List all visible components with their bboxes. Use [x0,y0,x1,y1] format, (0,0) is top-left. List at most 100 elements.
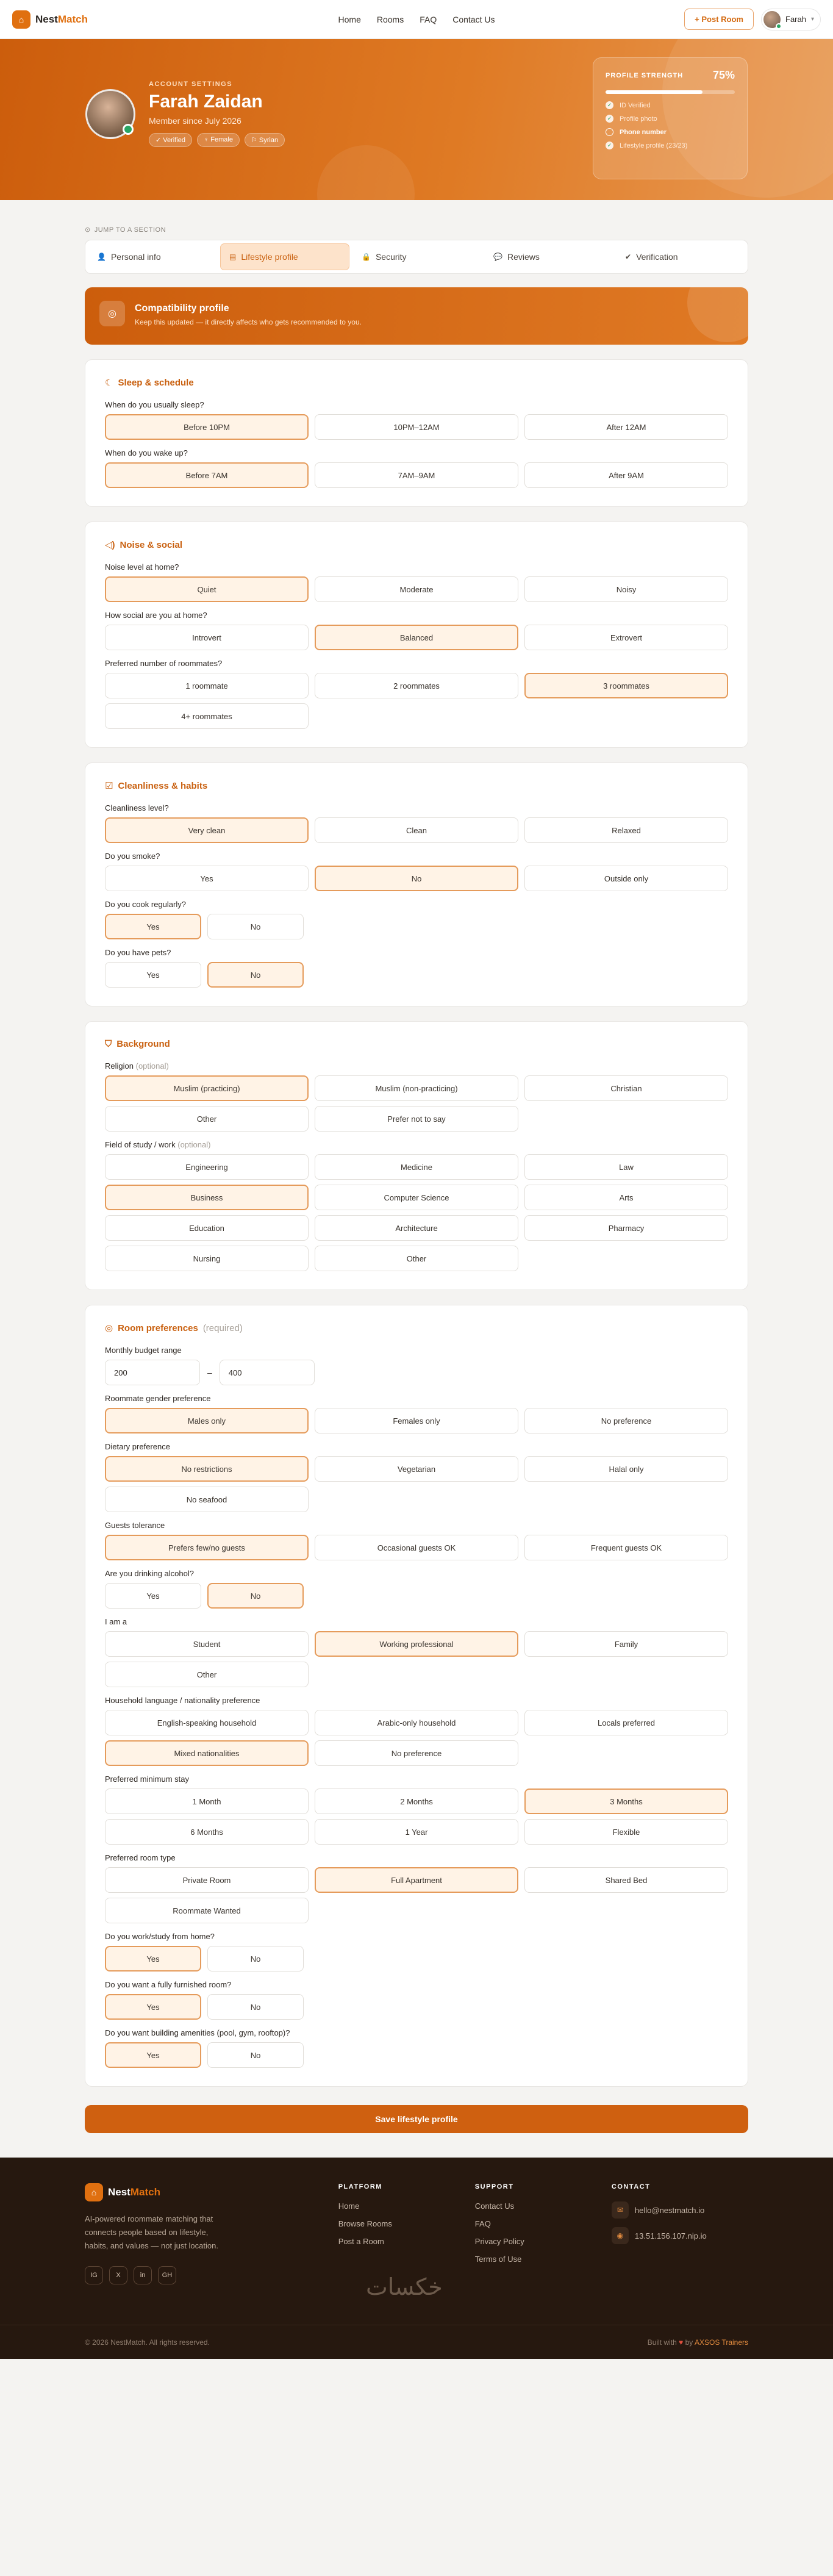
option-education[interactable]: Education [105,1215,309,1241]
footer-link-privacy-policy[interactable]: Privacy Policy [475,2237,612,2246]
option-student[interactable]: Student [105,1631,309,1657]
option-yes[interactable]: Yes [105,2042,201,2068]
option-computer-science[interactable]: Computer Science [315,1185,518,1210]
option-7am-9am[interactable]: 7AM–9AM [315,462,518,488]
budget-min-input[interactable]: 200 [105,1360,200,1385]
option-no[interactable]: No [207,2042,304,2068]
profile-avatar[interactable] [85,88,135,139]
option-medicine[interactable]: Medicine [315,1154,518,1180]
site-link[interactable]: ◉ 13.51.156.107.nip.io [611,2227,748,2244]
x-icon[interactable]: X [109,2266,127,2284]
option-yes[interactable]: Yes [105,1946,201,1971]
option-other[interactable]: Other [105,1662,309,1687]
option-yes[interactable]: Yes [105,1583,201,1609]
option-no[interactable]: No [207,962,304,988]
brand-logo[interactable]: ⌂ NestMatch [12,10,88,29]
option-locals-preferred[interactable]: Locals preferred [524,1710,728,1735]
footer-link-post-a-room[interactable]: Post a Room [338,2237,475,2246]
option-occasional-guests-ok[interactable]: Occasional guests OK [315,1535,518,1560]
option-engineering[interactable]: Engineering [105,1154,309,1180]
nav-link-contact-us[interactable]: Contact Us [452,15,495,24]
option-muslim-non-practicing-[interactable]: Muslim (non-practicing) [315,1075,518,1101]
footer-logo[interactable]: ⌂ NestMatch [85,2183,338,2201]
footer-link-browse-rooms[interactable]: Browse Rooms [338,2219,475,2228]
option-flexible[interactable]: Flexible [524,1819,728,1845]
option-yes[interactable]: Yes [105,962,201,988]
option-no[interactable]: No [207,1994,304,2020]
save-lifestyle-button[interactable]: Save lifestyle profile [85,2105,748,2133]
option-very-clean[interactable]: Very clean [105,817,309,843]
option-no[interactable]: No [207,914,304,939]
tab-verification[interactable]: ✔ Verification [617,243,745,270]
option-4-roommates[interactable]: 4+ roommates [105,703,309,729]
option-frequent-guests-ok[interactable]: Frequent guests OK [524,1535,728,1560]
nav-link-home[interactable]: Home [338,15,361,24]
option-after-12am[interactable]: After 12AM [524,414,728,440]
footer-link-terms-of-use[interactable]: Terms of Use [475,2255,612,2264]
option-introvert[interactable]: Introvert [105,625,309,650]
option-before-10pm[interactable]: Before 10PM [105,414,309,440]
option-private-room[interactable]: Private Room [105,1867,309,1893]
option-yes[interactable]: Yes [105,866,309,891]
option-females-only[interactable]: Females only [315,1408,518,1433]
email-link[interactable]: ✉ hello@nestmatch.io [611,2201,748,2219]
option-family[interactable]: Family [524,1631,728,1657]
option-nursing[interactable]: Nursing [105,1246,309,1271]
option-architecture[interactable]: Architecture [315,1215,518,1241]
option-yes[interactable]: Yes [105,1994,201,2020]
option-prefers-few-no-guests[interactable]: Prefers few/no guests [105,1535,309,1560]
option-business[interactable]: Business [105,1185,309,1210]
option-1-month[interactable]: 1 Month [105,1788,309,1814]
option-noisy[interactable]: Noisy [524,576,728,602]
option-full-apartment[interactable]: Full Apartment [315,1867,518,1893]
option-outside-only[interactable]: Outside only [524,866,728,891]
option-shared-bed[interactable]: Shared Bed [524,1867,728,1893]
option-yes[interactable]: Yes [105,914,201,939]
option-before-7am[interactable]: Before 7AM [105,462,309,488]
option-arabic-only-household[interactable]: Arabic-only household [315,1710,518,1735]
option-3-roommates[interactable]: 3 roommates [524,673,728,698]
option-1-roommate[interactable]: 1 roommate [105,673,309,698]
option-after-9am[interactable]: After 9AM [524,462,728,488]
option-no-seafood[interactable]: No seafood [105,1487,309,1512]
post-room-button[interactable]: + Post Room [684,9,754,30]
option-no-preference[interactable]: No preference [315,1740,518,1766]
option-no[interactable]: No [315,866,518,891]
footer-link-faq[interactable]: FAQ [475,2219,612,2228]
tab-security[interactable]: 🔒 Security [353,243,481,270]
option-no[interactable]: No [207,1583,304,1609]
option-no-preference[interactable]: No preference [524,1408,728,1433]
nav-link-faq[interactable]: FAQ [420,15,437,24]
option-10pm-12am[interactable]: 10PM–12AM [315,414,518,440]
option-no[interactable]: No [207,1946,304,1971]
tab-reviews[interactable]: 💬 Reviews [485,243,613,270]
option-balanced[interactable]: Balanced [315,625,518,650]
footer-link-contact-us[interactable]: Contact Us [475,2201,612,2211]
option-pharmacy[interactable]: Pharmacy [524,1215,728,1241]
linkedin-icon[interactable]: in [134,2266,152,2284]
option-prefer-not-to-say[interactable]: Prefer not to say [315,1106,518,1132]
option-clean[interactable]: Clean [315,817,518,843]
option-mixed-nationalities[interactable]: Mixed nationalities [105,1740,309,1766]
option-no-restrictions[interactable]: No restrictions [105,1456,309,1482]
option-other[interactable]: Other [315,1246,518,1271]
option-relaxed[interactable]: Relaxed [524,817,728,843]
budget-max-input[interactable]: 400 [219,1360,315,1385]
github-icon[interactable]: GH [158,2266,176,2284]
option-other[interactable]: Other [105,1106,309,1132]
option-males-only[interactable]: Males only [105,1408,309,1433]
tab-lifestyle-profile[interactable]: ▤ Lifestyle profile [220,243,349,270]
option-3-months[interactable]: 3 Months [524,1788,728,1814]
option-halal-only[interactable]: Halal only [524,1456,728,1482]
user-menu[interactable]: Farah ▾ [761,8,821,30]
instagram-icon[interactable]: IG [85,2266,103,2284]
tab-personal-info[interactable]: 👤 Personal info [88,243,216,270]
footer-link-home[interactable]: Home [338,2201,475,2211]
option-2-months[interactable]: 2 Months [315,1788,518,1814]
option-vegetarian[interactable]: Vegetarian [315,1456,518,1482]
option-muslim-practicing-[interactable]: Muslim (practicing) [105,1075,309,1101]
option-english-speaking-household[interactable]: English-speaking household [105,1710,309,1735]
option-6-months[interactable]: 6 Months [105,1819,309,1845]
option-working-professional[interactable]: Working professional [315,1631,518,1657]
option-law[interactable]: Law [524,1154,728,1180]
